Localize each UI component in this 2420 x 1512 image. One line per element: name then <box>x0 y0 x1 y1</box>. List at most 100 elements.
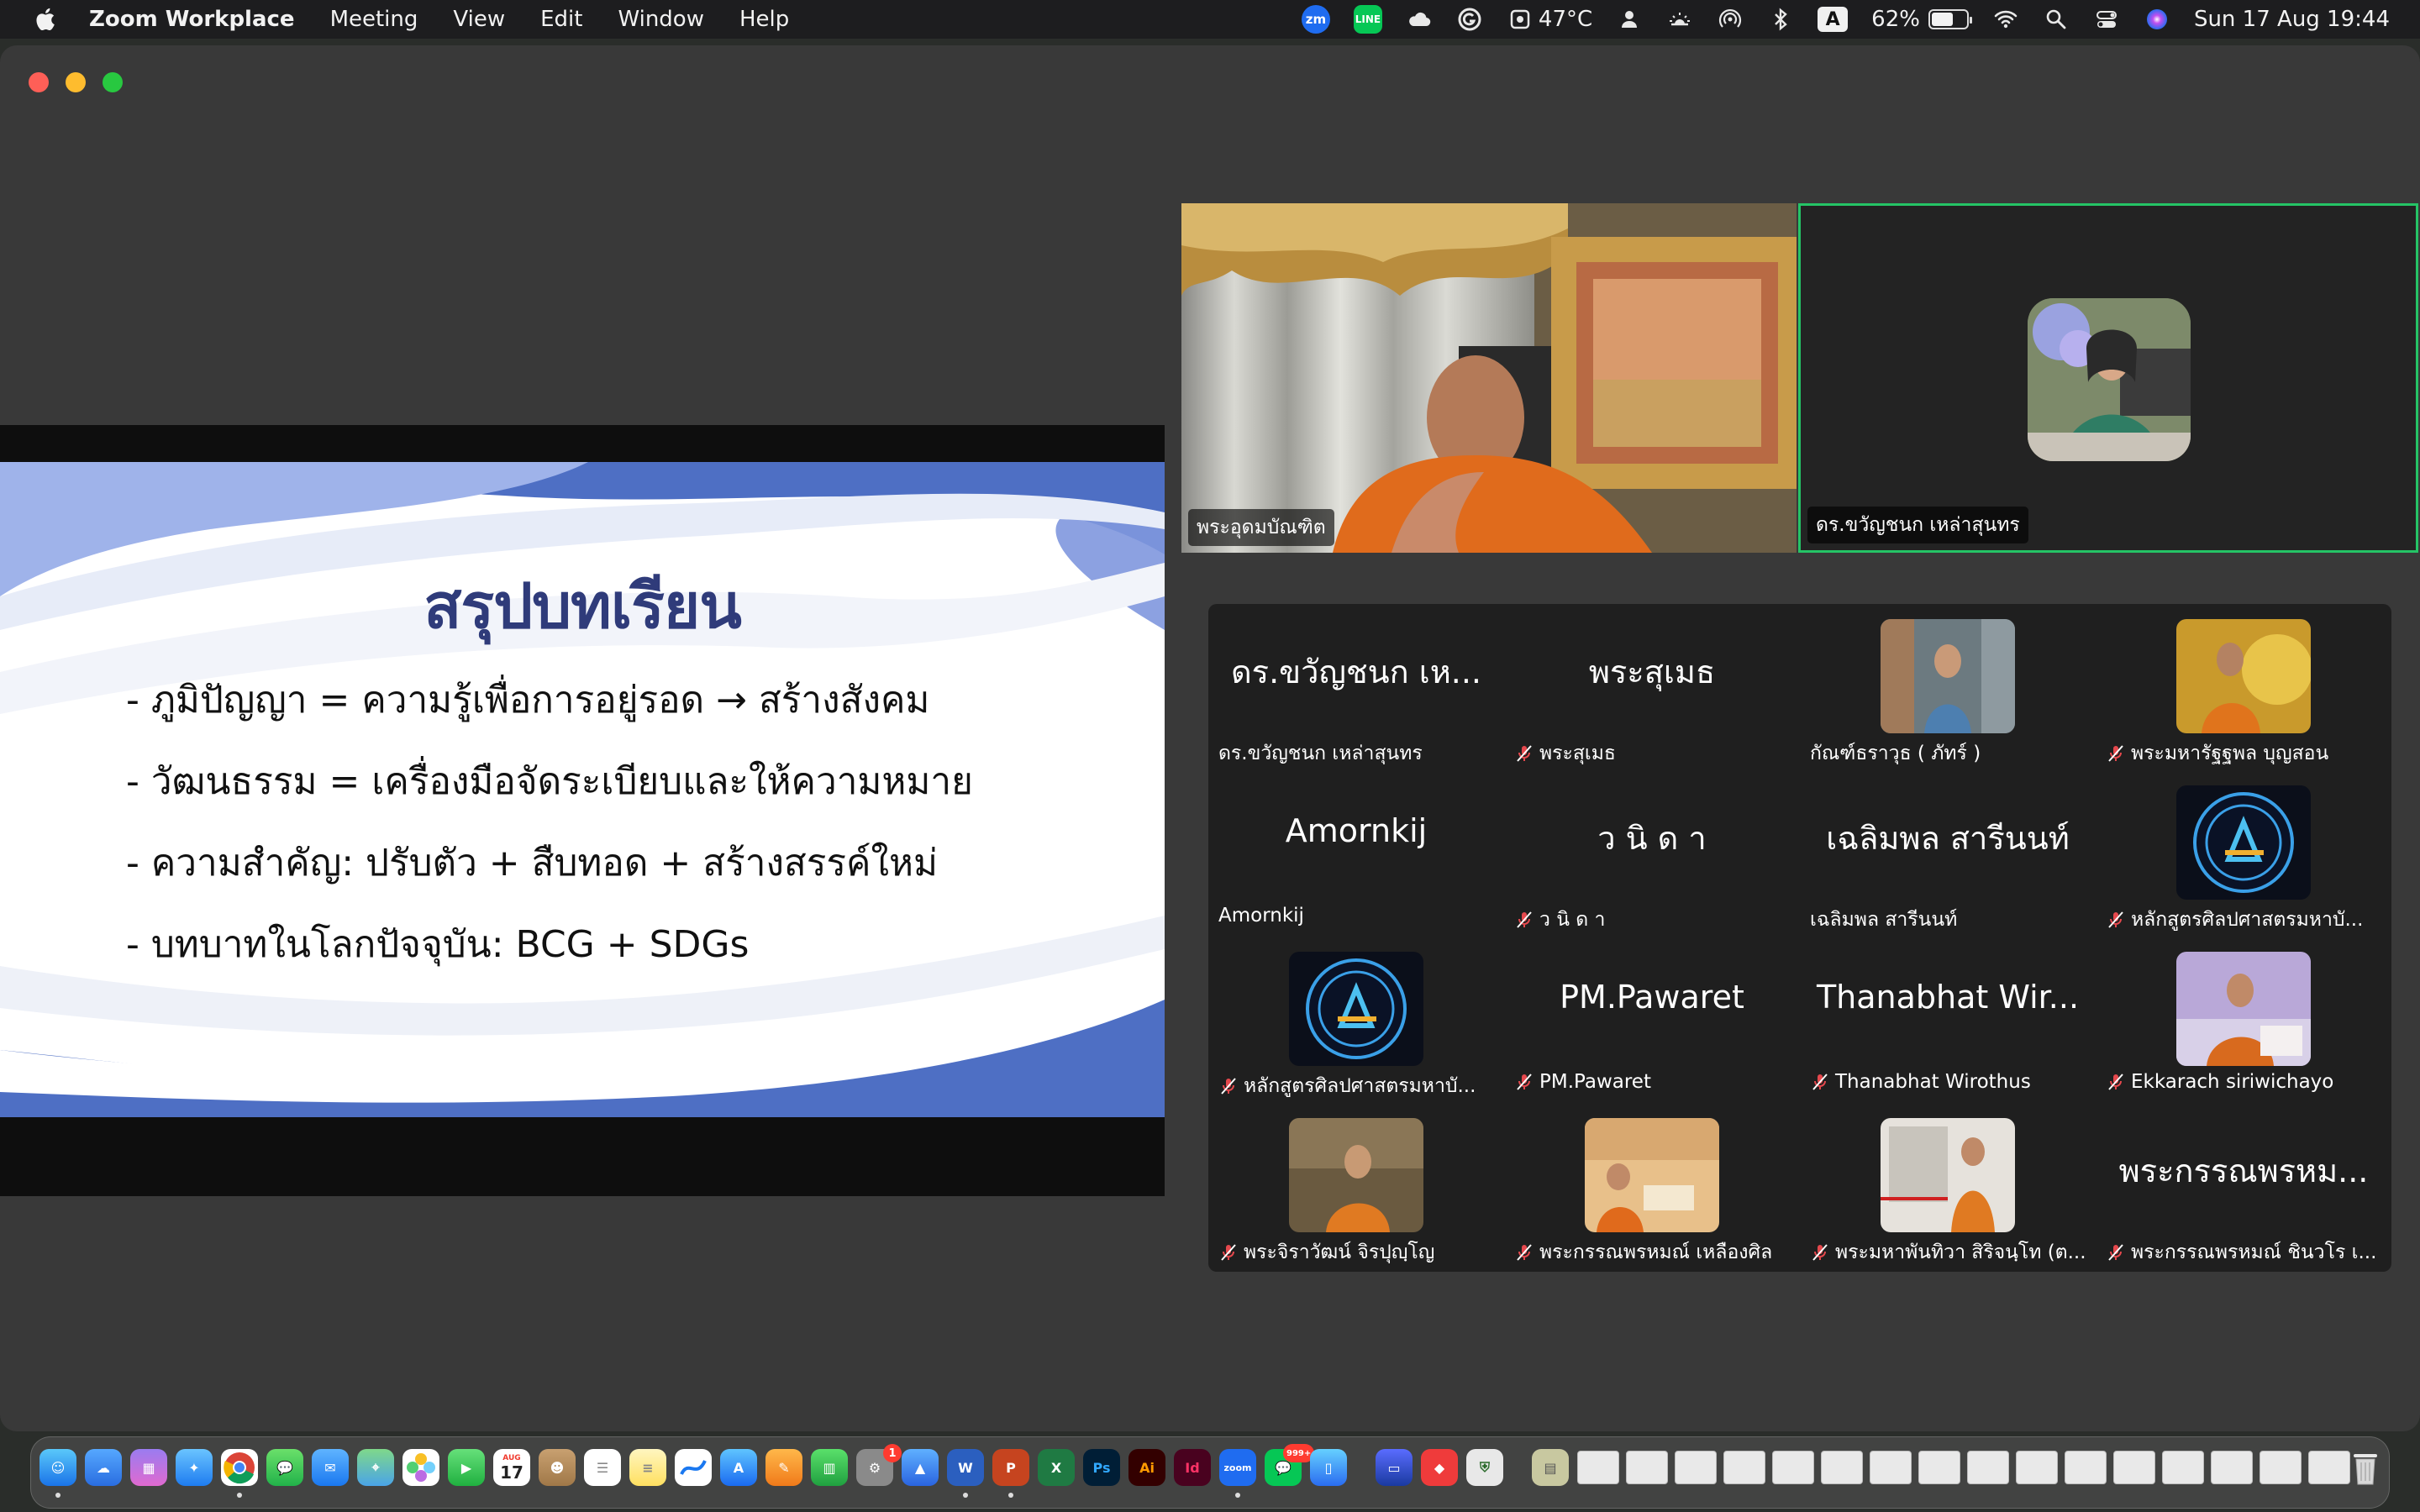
mic-muted-icon <box>2108 745 2123 762</box>
participant-tile[interactable]: หลักสูตรศิลปศาสตรมหาบั... <box>1208 937 1504 1103</box>
minimized-document-thumbnail[interactable] <box>1918 1451 1960 1484</box>
participant-name-label: เฉลิมพล สารีนนท์ <box>1810 905 2087 935</box>
wifi-icon[interactable] <box>1992 6 2019 33</box>
window-fullscreen-button[interactable] <box>103 72 123 92</box>
word-icon[interactable]: W <box>947 1449 984 1486</box>
participant-tile[interactable]: Amornkij Amornkij <box>1208 770 1504 937</box>
app-store-icon[interactable]: A <box>720 1449 757 1486</box>
participant-tile[interactable]: กัณฑ์ธราวุธ ( ภัทร์ ) <box>1800 604 2096 770</box>
video-tile-host[interactable]: พระอุดมบัณฑิต <box>1181 203 1797 553</box>
minimized-document-thumbnail[interactable] <box>1577 1451 1619 1484</box>
menu-view[interactable]: View <box>453 7 505 32</box>
participant-tile[interactable]: PM.Pawaret PM.Pawaret <box>1504 937 1800 1103</box>
participant-tile[interactable]: พระกรรณพรหมณ์ เหลืองศิล <box>1504 1103 1800 1269</box>
minimized-document-thumbnail[interactable] <box>1967 1451 2009 1484</box>
menu-meeting[interactable]: Meeting <box>330 7 418 32</box>
control-center-icon[interactable] <box>2093 6 2120 33</box>
siri-icon[interactable] <box>2144 6 2170 33</box>
maps-icon[interactable]: ⌖ <box>357 1449 394 1486</box>
simulator-icon[interactable]: ▯ <box>1310 1449 1347 1486</box>
participant-tile[interactable]: พระสุเมธ พระสุเมธ <box>1504 604 1800 770</box>
indesign-icon[interactable]: Id <box>1174 1449 1211 1486</box>
minimized-document-thumbnail[interactable] <box>2065 1451 2107 1484</box>
participant-tile[interactable]: Thanabhat Wir... Thanabhat Wirothus <box>1800 937 2096 1103</box>
spotlight-search-icon[interactable] <box>2043 6 2070 33</box>
freeform-icon[interactable] <box>675 1449 712 1486</box>
minimized-document-thumbnail[interactable] <box>2016 1451 2058 1484</box>
photos-icon[interactable] <box>402 1449 439 1486</box>
clock-datetime[interactable]: Sun 17 Aug 19:44 <box>2194 7 2390 32</box>
minimized-document-thumbnail[interactable] <box>1675 1451 1717 1484</box>
minimized-document-thumbnail[interactable] <box>1772 1451 1814 1484</box>
participant-name-text: ดร.ขวัญชนก เหล่าสุนทร <box>1218 743 1423 764</box>
menu-edit[interactable]: Edit <box>540 7 582 32</box>
shared-screen[interactable]: สรุปบทเรียน - ภูมิปัญญา = ความรู้เพื่อกา… <box>0 425 1165 1196</box>
minimized-document-thumbnail[interactable] <box>2260 1451 2302 1484</box>
chrome-icon[interactable] <box>221 1449 258 1486</box>
messages-icon[interactable]: 💬 <box>266 1449 303 1486</box>
mail-icon[interactable]: ✉ <box>312 1449 349 1486</box>
photoshop-icon[interactable]: Ps <box>1083 1449 1120 1486</box>
participant-tile[interactable]: Ekkarach siriwichayo <box>2096 937 2391 1103</box>
notes-icon[interactable]: ≡ <box>629 1449 666 1486</box>
brightness-icon[interactable] <box>1666 6 1693 33</box>
airdrop-icon[interactable] <box>1717 6 1744 33</box>
apple-icon[interactable] <box>32 5 60 34</box>
app-name-menu[interactable]: Zoom Workplace <box>89 7 295 32</box>
illustrator-icon[interactable]: Ai <box>1128 1449 1165 1486</box>
bluetooth-icon[interactable] <box>1767 6 1794 33</box>
pages-icon[interactable]: ✎ <box>765 1449 802 1486</box>
minimized-document-thumbnail[interactable] <box>1821 1451 1863 1484</box>
video-tile-active-speaker[interactable]: ดร.ขวัญชนก เหล่าสุนทร <box>1798 203 2418 553</box>
zoom-status-icon[interactable]: zm <box>1301 5 1330 34</box>
battery-widget[interactable]: 62% <box>1871 7 1972 32</box>
facetime-icon[interactable]: ▶ <box>448 1449 485 1486</box>
participant-tile[interactable]: ว นิ ด า ว นิ ด า <box>1504 770 1800 937</box>
calendar-icon[interactable]: AUG 17 <box>493 1449 530 1486</box>
participant-tile[interactable]: พระมหารัฐฐพล บุญสอน <box>2096 604 2391 770</box>
menu-window[interactable]: Window <box>618 7 704 32</box>
icloud-drive-icon[interactable]: ☁ <box>85 1449 122 1486</box>
user-icon[interactable] <box>1616 6 1643 33</box>
zoom-icon[interactable]: zoom <box>1219 1449 1256 1486</box>
finder-icon[interactable]: ☺ <box>39 1449 76 1486</box>
minimized-document-thumbnail[interactable] <box>2308 1451 2350 1484</box>
temperature-widget[interactable]: 47°C <box>1507 6 1592 33</box>
participant-tile[interactable]: หลักสูตรศิลปศาสตรมหาบั... <box>2096 770 2391 937</box>
minimized-document-thumbnail[interactable] <box>1723 1451 1765 1484</box>
presentation-slide: สรุปบทเรียน - ภูมิปัญญา = ความรู้เพื่อกา… <box>0 462 1165 1117</box>
grammarly-icon[interactable] <box>1456 6 1483 33</box>
archive-utility-icon[interactable]: ▤ <box>1532 1449 1569 1486</box>
participant-tile[interactable]: พระกรรณพรหม... พระกรรณพรหมณ์ ชินวโร เ... <box>2096 1103 2391 1269</box>
participant-tile[interactable]: พระมหาพันทิวา สิริจนฺโท (ต... <box>1800 1103 2096 1269</box>
menu-help[interactable]: Help <box>739 7 789 32</box>
screen-sharing-icon[interactable]: ▭ <box>1376 1449 1413 1486</box>
trash-icon[interactable] <box>2347 1449 2384 1486</box>
minimized-document-thumbnail[interactable] <box>2113 1451 2155 1484</box>
icloud-icon[interactable] <box>1406 6 1433 33</box>
mic-muted-icon <box>1517 1244 1532 1261</box>
minimized-document-thumbnail[interactable] <box>1870 1451 1912 1484</box>
safari-icon[interactable]: ✦ <box>176 1449 213 1486</box>
keynote-icon[interactable]: ▲ <box>902 1449 939 1486</box>
participant-tile[interactable]: ดร.ขวัญชนก เห... ดร.ขวัญชนก เหล่าสุนทร <box>1208 604 1504 770</box>
line-status-icon[interactable]: LINE <box>1353 5 1382 34</box>
powerpoint-icon[interactable]: P <box>992 1449 1029 1486</box>
window-minimize-button[interactable] <box>66 72 86 92</box>
participant-name-label: พระกรรณพรหมณ์ เหลืองศิล <box>1514 1237 1791 1268</box>
minimized-document-thumbnail[interactable] <box>1626 1451 1668 1484</box>
numbers-icon[interactable]: ▥ <box>811 1449 848 1486</box>
launchpad-icon[interactable]: ▦ <box>130 1449 167 1486</box>
minimized-document-thumbnail[interactable] <box>2162 1451 2204 1484</box>
reminders-icon[interactable]: ☰ <box>584 1449 621 1486</box>
contacts-icon[interactable]: ☻ <box>539 1449 576 1486</box>
participant-logo-thumbnail <box>1289 952 1423 1066</box>
anydesk-icon[interactable]: ◆ <box>1421 1449 1458 1486</box>
security-shield-icon[interactable]: ⛨ <box>1466 1449 1503 1486</box>
input-source-icon[interactable]: A <box>1818 7 1849 32</box>
window-close-button[interactable] <box>29 72 49 92</box>
excel-icon[interactable]: X <box>1038 1449 1075 1486</box>
minimized-document-thumbnail[interactable] <box>2211 1451 2253 1484</box>
participant-tile[interactable]: เฉลิมพล สารีนนท์ เฉลิมพล สารีนนท์ <box>1800 770 2096 937</box>
participant-tile[interactable]: พระจิราวัฒน์ จิรปุญฺโญ <box>1208 1103 1504 1269</box>
